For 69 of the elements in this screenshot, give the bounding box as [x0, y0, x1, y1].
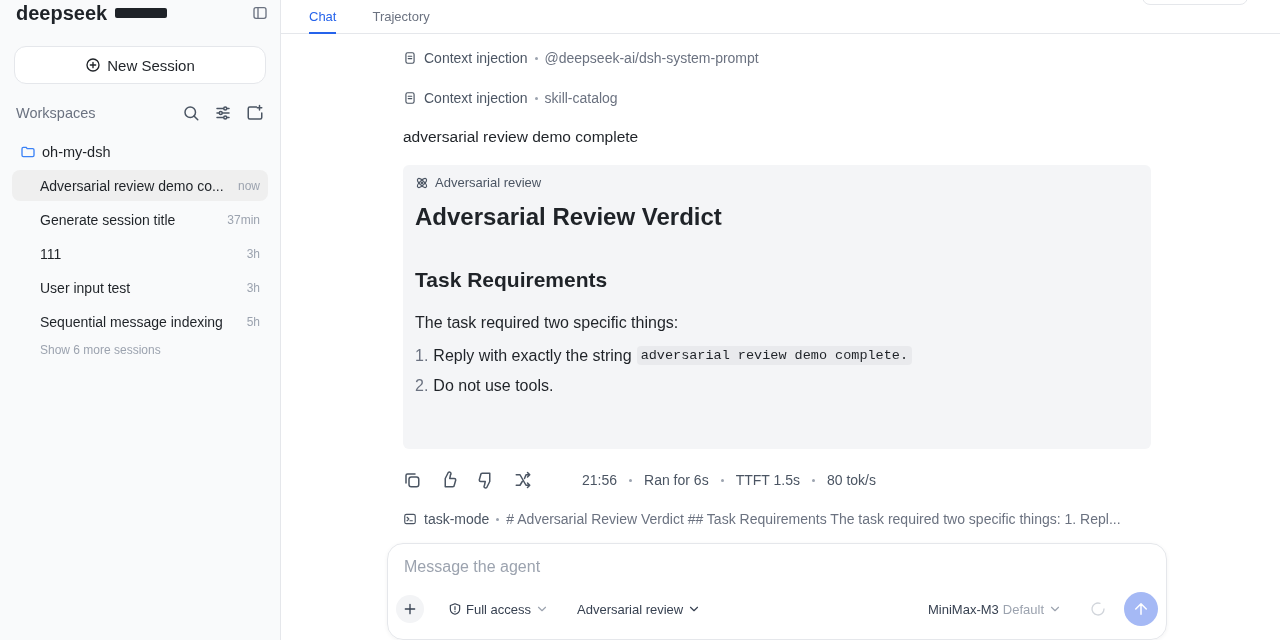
session-time: 3h — [246, 246, 260, 261]
meta-text: Ran for 6s — [644, 472, 709, 488]
plus-circle-icon — [85, 57, 102, 73]
reply-text: adversarial review demo complete — [403, 128, 640, 146]
mode-dropdown[interactable]: Adversarial review — [577, 601, 702, 617]
separator-dot — [811, 478, 815, 482]
session-item[interactable]: User input test 3h — [12, 272, 268, 303]
atom-icon — [415, 175, 429, 190]
new-session-button[interactable]: New Session — [14, 46, 266, 84]
document-icon — [403, 51, 417, 65]
context-source: @deepseek-ai/dsh-system-prompt — [544, 50, 759, 66]
context-label: Context injection — [424, 90, 528, 106]
card-subheading: Task Requirements — [415, 267, 609, 293]
session-time: 5h — [246, 314, 260, 329]
document-icon — [403, 91, 417, 105]
list-text: Reply with exactly the string — [433, 346, 632, 365]
session-item[interactable]: Sequential message indexing 5h — [12, 306, 268, 337]
tab[interactable]: Chat — [309, 0, 337, 34]
separator-dot — [534, 96, 538, 100]
loading-spinner-icon — [1090, 601, 1106, 617]
message-input[interactable]: Message the agent — [396, 558, 1104, 576]
session-title: Generate session title — [40, 211, 176, 228]
sliders-icon[interactable] — [214, 104, 232, 122]
task-summary: # Adversarial Review Verdict ## Task Requirements The task required two specific things: 1. Repl... — [506, 511, 1121, 527]
brand-logo: deepseek — [16, 4, 108, 22]
branch-arrows-icon[interactable] — [514, 471, 532, 489]
session-title: User input test — [40, 279, 131, 296]
session-item[interactable]: Generate session title 37min — [12, 204, 268, 235]
meta-text: 80 tok/s — [826, 472, 876, 488]
tab[interactable]: Trajectory — [372, 0, 430, 34]
session-time: 3h — [246, 280, 260, 295]
copy-icon[interactable] — [403, 471, 421, 489]
meta-text: 21:56 — [582, 472, 618, 488]
search-icon[interactable] — [182, 104, 200, 122]
separator-dot — [534, 56, 538, 60]
card-paragraph: The task required two specific things: — [415, 314, 680, 332]
model-dropdown[interactable]: MiniMax-M3 Default — [928, 601, 1062, 617]
folder-icon — [20, 144, 36, 160]
session-item[interactable]: Adversarial review demo co... now — [12, 170, 268, 201]
session-item[interactable]: 111 3h — [12, 238, 268, 269]
list-text: Do not use tools. — [433, 377, 554, 395]
attach-button[interactable] — [396, 595, 424, 623]
section-title: Workspaces — [16, 105, 96, 121]
separator-dot — [720, 478, 724, 482]
shield-icon — [448, 602, 462, 616]
session-title: Sequential message indexing — [40, 313, 223, 330]
workspace-name[interactable]: oh-my-dsh — [42, 144, 111, 160]
inline-code: adversarial review demo complete. — [636, 346, 912, 365]
session-title: Adversarial review demo co... — [40, 177, 224, 194]
sidebar-toggle-icon[interactable] — [252, 5, 268, 21]
arrow-up-icon — [1132, 600, 1150, 618]
list-number: 2. — [415, 377, 429, 395]
card-heading: Adversarial Review Verdict — [415, 202, 723, 232]
terminal-icon — [403, 512, 417, 526]
list-number: 1. — [415, 346, 429, 365]
separator-dot — [629, 478, 633, 482]
task-label: task-mode — [424, 511, 490, 527]
session-title: 111 — [40, 245, 62, 262]
card-tag: Adversarial review — [435, 175, 542, 190]
context-source: skill-catalog — [544, 90, 618, 106]
session-time: now — [238, 178, 260, 193]
plus-icon — [402, 601, 418, 617]
session-time: 37min — [227, 212, 260, 227]
brand-badge — [115, 8, 168, 18]
context-label: Context injection — [424, 50, 528, 66]
meta-text: TTFT 1.5s — [735, 472, 800, 488]
separator-dot — [496, 517, 500, 521]
access-dropdown[interactable]: Full access — [448, 601, 550, 617]
folder-plus-icon[interactable] — [246, 104, 264, 122]
